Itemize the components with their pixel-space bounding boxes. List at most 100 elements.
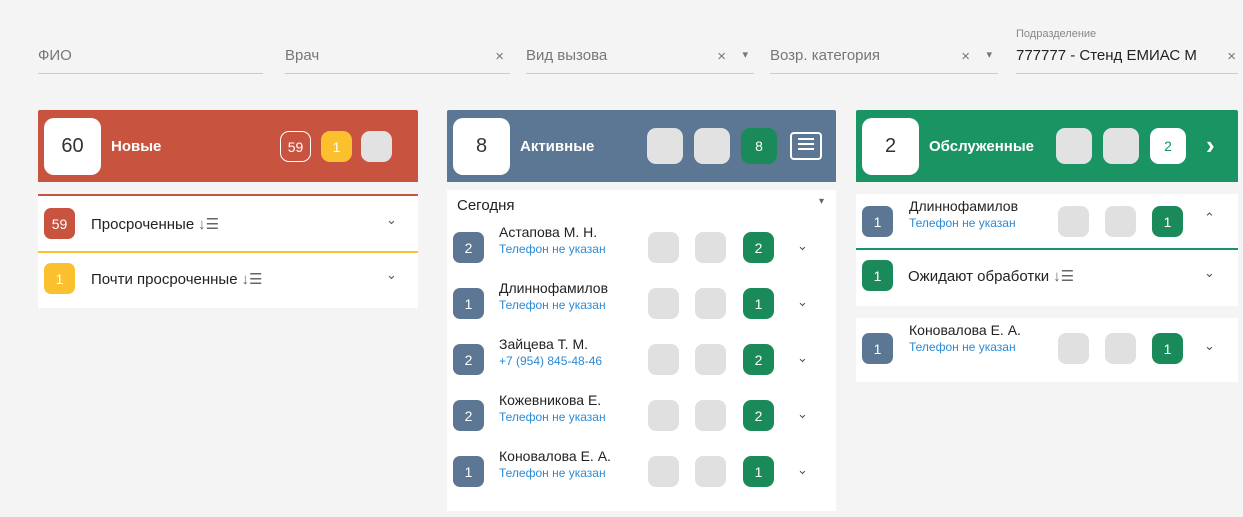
fio-filter-input[interactable]: ФИО <box>38 38 263 74</box>
item-empty-box[interactable] <box>648 288 679 319</box>
chevron-up-icon[interactable]: ⌃ <box>1204 210 1215 226</box>
chevron-down-icon[interactable]: ⌄ <box>386 212 397 228</box>
item-phone[interactable]: Телефон не указан <box>499 410 606 424</box>
item-empty-box[interactable] <box>695 232 726 263</box>
column-new-header[interactable]: 60 Новые 59 1 <box>38 110 418 182</box>
item-served-count[interactable]: 1 <box>743 456 774 487</box>
item-served-count[interactable]: 1 <box>743 288 774 319</box>
list-item[interactable]: 1 Длиннофамилов Телефон не указан 1 ⌄ <box>447 278 836 334</box>
chevron-down-icon[interactable]: ⌄ <box>797 462 808 478</box>
chevron-down-icon[interactable]: ⌄ <box>797 350 808 366</box>
awaiting-label: Ожидают обработки ↓☰ <box>908 267 1075 285</box>
item-phone[interactable]: Телефон не указан <box>499 466 611 480</box>
age-category-clear-icon[interactable]: × <box>961 48 970 65</box>
group-overdue[interactable]: 59 Просроченные ↓☰ ⌄ <box>38 194 418 251</box>
item-served-count[interactable]: 2 <box>743 344 774 375</box>
item-served-count[interactable]: 1 <box>1152 333 1183 364</box>
age-category-filter-select[interactable]: Возр. категория × ▾ <box>770 38 998 74</box>
item-empty-box[interactable] <box>648 400 679 431</box>
list-item[interactable]: 2 Зайцева Т. М. +7 (954) 845-48-46 2 ⌄ <box>447 334 836 390</box>
item-empty-box[interactable] <box>648 232 679 263</box>
item-empty-box[interactable] <box>1105 206 1136 237</box>
list-item[interactable]: 1 Коновалова Е. А. Телефон не указан 1 ⌄ <box>447 446 836 502</box>
department-filter-select[interactable]: 777777 - Стенд ЕМИАС М × <box>1016 38 1238 74</box>
item-info: Кожевникова Е. Телефон не указан <box>499 392 606 424</box>
call-type-caret-icon[interactable]: ▾ <box>742 48 748 61</box>
list-item[interactable]: 2 Кожевникова Е. Телефон не указан 2 ⌄ <box>447 390 836 446</box>
item-empty-box[interactable] <box>1058 206 1089 237</box>
new-empty-badge[interactable] <box>361 131 392 162</box>
column-new: 60 Новые 59 1 59 Просроченные ↓☰ ⌄ 1 Почт… <box>38 110 418 308</box>
item-phone[interactable]: Телефон не указан <box>499 242 606 256</box>
overdue-count: 59 <box>44 208 75 239</box>
age-category-caret-icon[interactable]: ▾ <box>986 48 992 61</box>
doctor-filter-input[interactable]: Врач × <box>285 38 510 74</box>
sort-icon[interactable]: ↓☰ <box>198 215 219 233</box>
item-info: Коновалова Е. А. Телефон не указан <box>499 448 611 480</box>
chevron-down-icon[interactable]: ⌄ <box>1204 265 1215 281</box>
department-clear-icon[interactable]: × <box>1227 48 1236 65</box>
list-item[interactable]: 2 Астапова М. Н. Телефон не указан 2 ⌄ <box>447 222 836 278</box>
item-empty-box[interactable] <box>695 456 726 487</box>
item-name: Длиннофамилов <box>909 198 1019 214</box>
item-empty-box[interactable] <box>648 456 679 487</box>
item-name: Зайцева Т. М. <box>499 336 588 352</box>
filter-bar: ФИО Врач × Вид вызова × ▾ Возр. категори… <box>0 0 1243 96</box>
column-active-header[interactable]: 8 Активные 8 <box>447 110 836 182</box>
call-type-filter-select[interactable]: Вид вызова × ▾ <box>526 38 754 74</box>
item-info: Коновалова Е. А. Телефон не указан <box>909 322 1021 354</box>
served-empty-badge-1[interactable] <box>1056 128 1092 164</box>
sort-icon[interactable]: ↓☰ <box>1053 267 1074 285</box>
new-count: 60 <box>44 117 101 175</box>
served-top-item[interactable]: 1 Длиннофамилов Телефон не указан 1 ⌃ <box>856 194 1238 250</box>
doctor-placeholder: Врач <box>285 47 320 64</box>
item-count: 2 <box>453 344 484 375</box>
item-count: 2 <box>453 400 484 431</box>
almost-overdue-label: Почти просроченные ↓☰ <box>91 270 263 288</box>
item-empty-box[interactable] <box>695 288 726 319</box>
item-name: Кожевникова Е. <box>499 392 602 408</box>
item-served-count[interactable]: 1 <box>1152 206 1183 237</box>
new-groups-panel: 59 Просроченные ↓☰ ⌄ 1 Почти просроченные… <box>38 194 418 308</box>
awaiting-count: 1 <box>862 260 893 291</box>
item-name: Коновалова Е. А. <box>499 448 611 464</box>
active-list-panel: Сегодня ▾ 2 Астапова М. Н. Телефон не ук… <box>447 190 836 511</box>
item-empty-box[interactable] <box>695 400 726 431</box>
served-list-item[interactable]: 1 Коновалова Е. А. Телефон не указан 1 ⌄ <box>856 318 1238 382</box>
column-served-header[interactable]: 2 Обслуженные 2 › <box>856 110 1238 182</box>
item-empty-box[interactable] <box>648 344 679 375</box>
item-served-count[interactable]: 2 <box>743 400 774 431</box>
chevron-down-icon[interactable]: ⌄ <box>797 406 808 422</box>
new-almost-overdue-badge[interactable]: 1 <box>321 131 352 162</box>
new-overdue-badge[interactable]: 59 <box>280 131 311 162</box>
call-type-clear-icon[interactable]: × <box>717 48 726 65</box>
group-almost-overdue[interactable]: 1 Почти просроченные ↓☰ ⌄ <box>38 251 418 308</box>
print-icon[interactable] <box>790 132 822 160</box>
caret-down-icon[interactable]: ▾ <box>819 196 824 207</box>
chevron-right-icon[interactable]: › <box>1206 130 1215 161</box>
group-awaiting-processing[interactable]: 1 Ожидают обработки ↓☰ ⌄ <box>856 250 1238 306</box>
chevron-down-icon[interactable]: ⌄ <box>386 267 397 283</box>
item-phone[interactable]: Телефон не указан <box>909 216 1018 230</box>
item-phone[interactable]: +7 (954) 845-48-46 <box>499 354 602 368</box>
item-empty-box[interactable] <box>1058 333 1089 364</box>
item-count: 1 <box>453 288 484 319</box>
active-served-badge[interactable]: 8 <box>741 128 777 164</box>
chevron-down-icon[interactable]: ⌄ <box>797 294 808 310</box>
doctor-clear-icon[interactable]: × <box>495 48 504 65</box>
item-phone[interactable]: Телефон не указан <box>499 298 608 312</box>
call-type-placeholder: Вид вызова <box>526 47 608 64</box>
item-empty-box[interactable] <box>1105 333 1136 364</box>
item-name: Астапова М. Н. <box>499 224 598 240</box>
item-phone[interactable]: Телефон не указан <box>909 340 1021 354</box>
item-empty-box[interactable] <box>695 344 726 375</box>
item-served-count[interactable]: 2 <box>743 232 774 263</box>
served-empty-badge-2[interactable] <box>1103 128 1139 164</box>
sort-icon[interactable]: ↓☰ <box>242 270 263 288</box>
served-count-badge[interactable]: 2 <box>1150 128 1186 164</box>
item-info: Длиннофамилов Телефон не указан <box>909 198 1018 230</box>
active-empty-badge-1[interactable] <box>647 128 683 164</box>
chevron-down-icon[interactable]: ⌄ <box>797 238 808 254</box>
active-empty-badge-2[interactable] <box>694 128 730 164</box>
chevron-down-icon[interactable]: ⌄ <box>1204 338 1215 354</box>
